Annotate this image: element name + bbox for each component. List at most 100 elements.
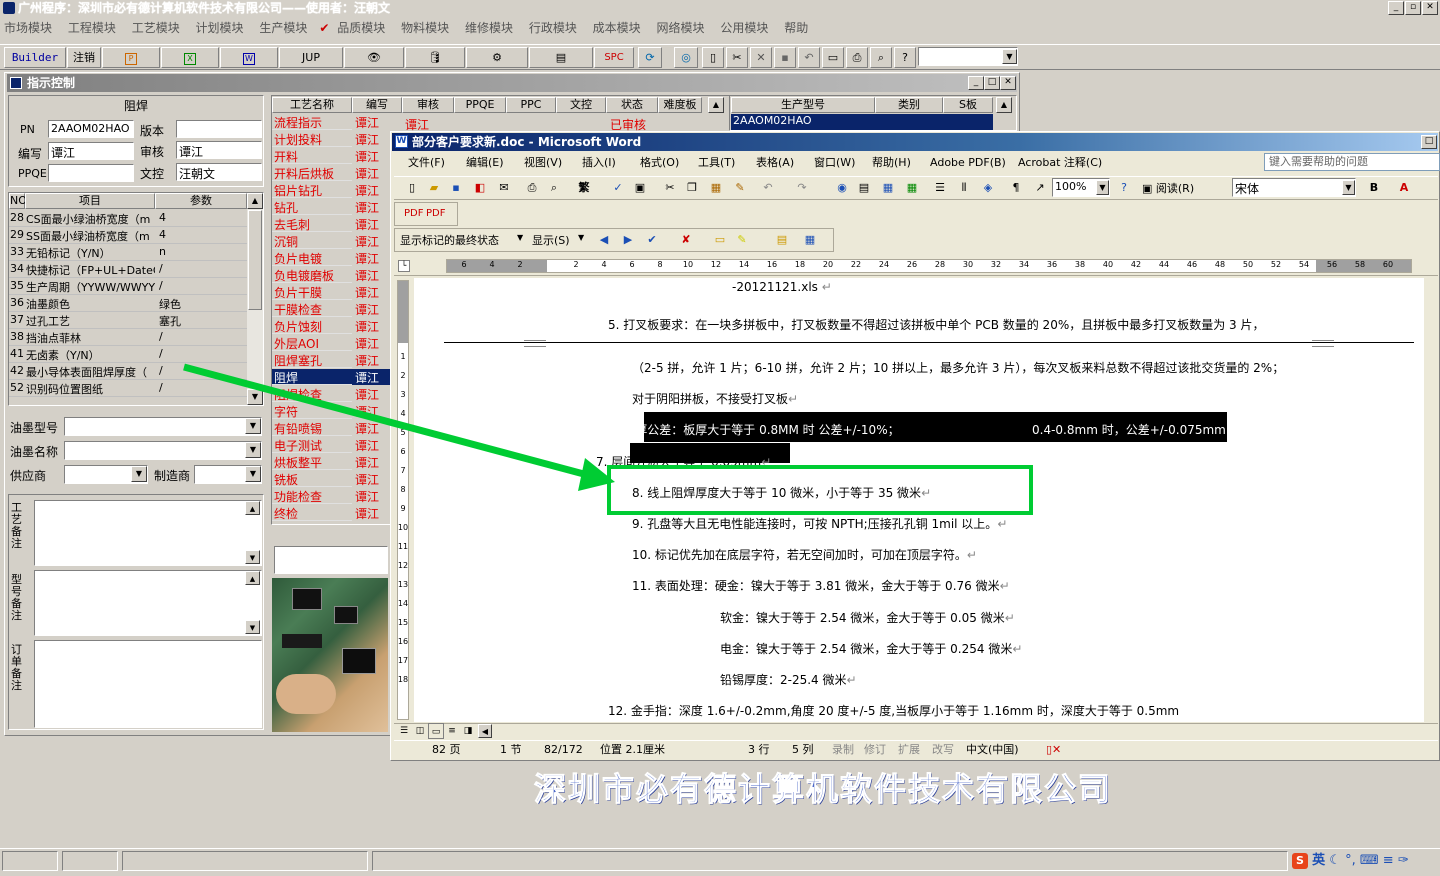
word-menu-window[interactable]: 窗口(W) <box>814 152 855 174</box>
process-note-scroll-up[interactable]: ▲ <box>245 501 260 515</box>
menu-help[interactable]: 帮助 <box>784 21 808 35</box>
spelling-status-icon[interactable]: ▯✕ <box>1046 741 1061 759</box>
open-icon[interactable]: ▰ <box>426 180 442 196</box>
printer-icon[interactable]: ▤ <box>529 47 593 68</box>
menu-network[interactable]: 网络模块 <box>657 21 705 35</box>
eye-icon[interactable]: 👁 <box>344 47 404 68</box>
ime-tray[interactable]: S 英 ☾ °, ⌨ ≡ ✑ <box>1292 851 1438 871</box>
menu-engineering[interactable]: 工程模块 <box>68 21 116 35</box>
web-view-icon[interactable]: ◫ <box>412 723 428 739</box>
save-icon[interactable]: ▪ <box>774 47 796 68</box>
paste-icon[interactable]: ▦ <box>708 180 724 196</box>
save-icon[interactable]: ▪ <box>448 180 464 196</box>
pdf-convert-icon[interactable]: PDF <box>404 206 423 222</box>
word-menu-table[interactable]: 表格(A) <box>756 152 794 174</box>
help-icon[interactable]: ? <box>1116 180 1132 196</box>
status-ext[interactable]: 扩展 <box>898 741 920 759</box>
font-arrow[interactable]: ▼ <box>1342 180 1355 195</box>
process-scroll-up[interactable]: ▲ <box>708 97 724 113</box>
model-scroll-up[interactable]: ▲ <box>996 97 1012 113</box>
word-help-box[interactable]: 键入需要帮助的问题 <box>1264 153 1440 171</box>
moon-icon[interactable]: ☾ <box>1329 853 1341 868</box>
pdf-email-icon[interactable]: PDF <box>426 206 445 222</box>
ppqe-field[interactable] <box>48 164 134 182</box>
permission-icon[interactable]: ◧ <box>472 180 488 196</box>
doc-hscrollbar[interactable] <box>394 723 1438 739</box>
insert-table-icon[interactable]: ▦ <box>880 180 896 196</box>
ime-language[interactable]: 英 <box>1312 853 1325 868</box>
outline-view-icon[interactable]: ≡ <box>444 723 460 739</box>
spc-button[interactable]: SPC <box>594 47 634 68</box>
drawing-icon[interactable]: ⫴ <box>956 180 972 196</box>
print-preview-icon[interactable]: ⌕ <box>546 180 562 196</box>
traditional-chinese-icon[interactable]: 繁 <box>576 180 592 196</box>
undo-icon[interactable]: ↶ <box>798 47 820 68</box>
globe-icon[interactable]: ◎ <box>674 47 698 68</box>
word-menu-help[interactable]: 帮助(H) <box>872 152 911 174</box>
format-painter-icon[interactable]: ✎ <box>732 180 748 196</box>
bold-icon[interactable]: B <box>1366 180 1382 196</box>
params-scroll-up[interactable]: ▲ <box>247 193 263 209</box>
copy-icon[interactable]: ❐ <box>684 180 700 196</box>
hyperlink-icon[interactable]: ◉ <box>834 180 850 196</box>
show-arrow[interactable]: ▼ <box>578 233 584 242</box>
preview-icon[interactable]: ▭ <box>822 47 844 68</box>
child-maximize-button[interactable]: □ <box>984 76 1000 90</box>
zoom-arrow[interactable]: ▼ <box>1096 180 1109 195</box>
new-comment-icon[interactable]: ▭ <box>712 232 728 248</box>
refresh-icon[interactable]: ⟳ <box>638 47 662 68</box>
menu-cost[interactable]: 成本模块 <box>593 21 641 35</box>
tools-icon[interactable]: ⚙ <box>466 47 528 68</box>
word-menu-edit[interactable]: 编辑(E) <box>466 152 504 174</box>
params-scroll-thumb[interactable] <box>248 210 262 310</box>
delete-icon[interactable]: ✕ <box>750 47 772 68</box>
redo-icon[interactable]: ↷ <box>794 180 810 196</box>
menu-plan[interactable]: 计划模块 <box>196 21 244 35</box>
pn-field[interactable]: 2AAOM02HAO <box>48 120 134 138</box>
print-icon[interactable]: ⎙ <box>846 47 868 68</box>
table-row[interactable]: 28 CS面最小绿油桥宽度（m 4 <box>9 210 247 227</box>
research-icon[interactable]: ▣ <box>632 180 648 196</box>
word-menu-insert[interactable]: 插入(I) <box>582 152 616 174</box>
status-trk[interactable]: 修订 <box>864 741 886 759</box>
model-note-field[interactable] <box>34 570 262 636</box>
track-changes-icon[interactable]: ▤ <box>774 232 790 248</box>
powerpoint-icon[interactable]: P <box>102 47 160 68</box>
word-menu-format[interactable]: 格式(O) <box>640 152 679 174</box>
email-icon[interactable]: ✉ <box>496 180 512 196</box>
new-icon[interactable]: ▯ <box>702 47 724 68</box>
tab-selector[interactable]: └ <box>398 260 410 272</box>
ink-icon[interactable]: ↗ <box>1032 180 1048 196</box>
excel-icon[interactable]: X <box>161 47 219 68</box>
spelling-icon[interactable]: ✓ <box>610 180 626 196</box>
read-button[interactable]: ▣ 阅读(R) <box>1142 180 1194 196</box>
word-menu-file[interactable]: 文件(F) <box>408 152 445 174</box>
child-minimize-button[interactable]: _ <box>968 76 984 90</box>
toolbar-combo-arrow[interactable]: ▼ <box>1002 49 1017 64</box>
menu-material[interactable]: 物料模块 <box>401 21 449 35</box>
show-hide-icon[interactable]: ¶ <box>1008 180 1024 196</box>
menu-market[interactable]: 市场模块 <box>4 21 52 35</box>
table-row[interactable]: 35 生产周期（YYWW/WWYY） / <box>9 278 247 295</box>
process-note-scroll-down[interactable]: ▼ <box>245 550 260 564</box>
word-close-button[interactable]: □ <box>1421 135 1437 149</box>
print-view-icon[interactable]: ▭ <box>428 723 444 739</box>
columns-icon[interactable]: ☰ <box>932 180 948 196</box>
word-menu-tools[interactable]: 工具(T) <box>698 152 735 174</box>
wrench-icon[interactable]: ✑ <box>1398 853 1409 868</box>
restore-button[interactable]: ▫ <box>1405 1 1421 15</box>
model-note-scroll-down[interactable]: ▼ <box>245 620 260 634</box>
child-close-button[interactable]: ✕ <box>1000 76 1016 90</box>
normal-view-icon[interactable]: ☰ <box>396 723 412 739</box>
process-search-field[interactable] <box>274 546 388 574</box>
new-document-icon[interactable]: ▯ <box>404 180 420 196</box>
menu-icon[interactable]: ≡ <box>1383 853 1394 868</box>
reject-change-icon[interactable]: ✘ <box>678 232 694 248</box>
table-row[interactable]: 38 挡油点菲林 / <box>9 329 247 346</box>
table-row[interactable]: 33 无铅标记（Y/N） n <box>9 244 247 261</box>
help-icon[interactable]: ? <box>894 47 916 68</box>
highlight-icon[interactable]: ✎ <box>734 232 750 248</box>
next-change-icon[interactable]: ▶ <box>620 232 636 248</box>
keyboard-icon[interactable]: ⌨ <box>1360 853 1379 868</box>
logout-button[interactable]: 注销 <box>67 47 101 68</box>
